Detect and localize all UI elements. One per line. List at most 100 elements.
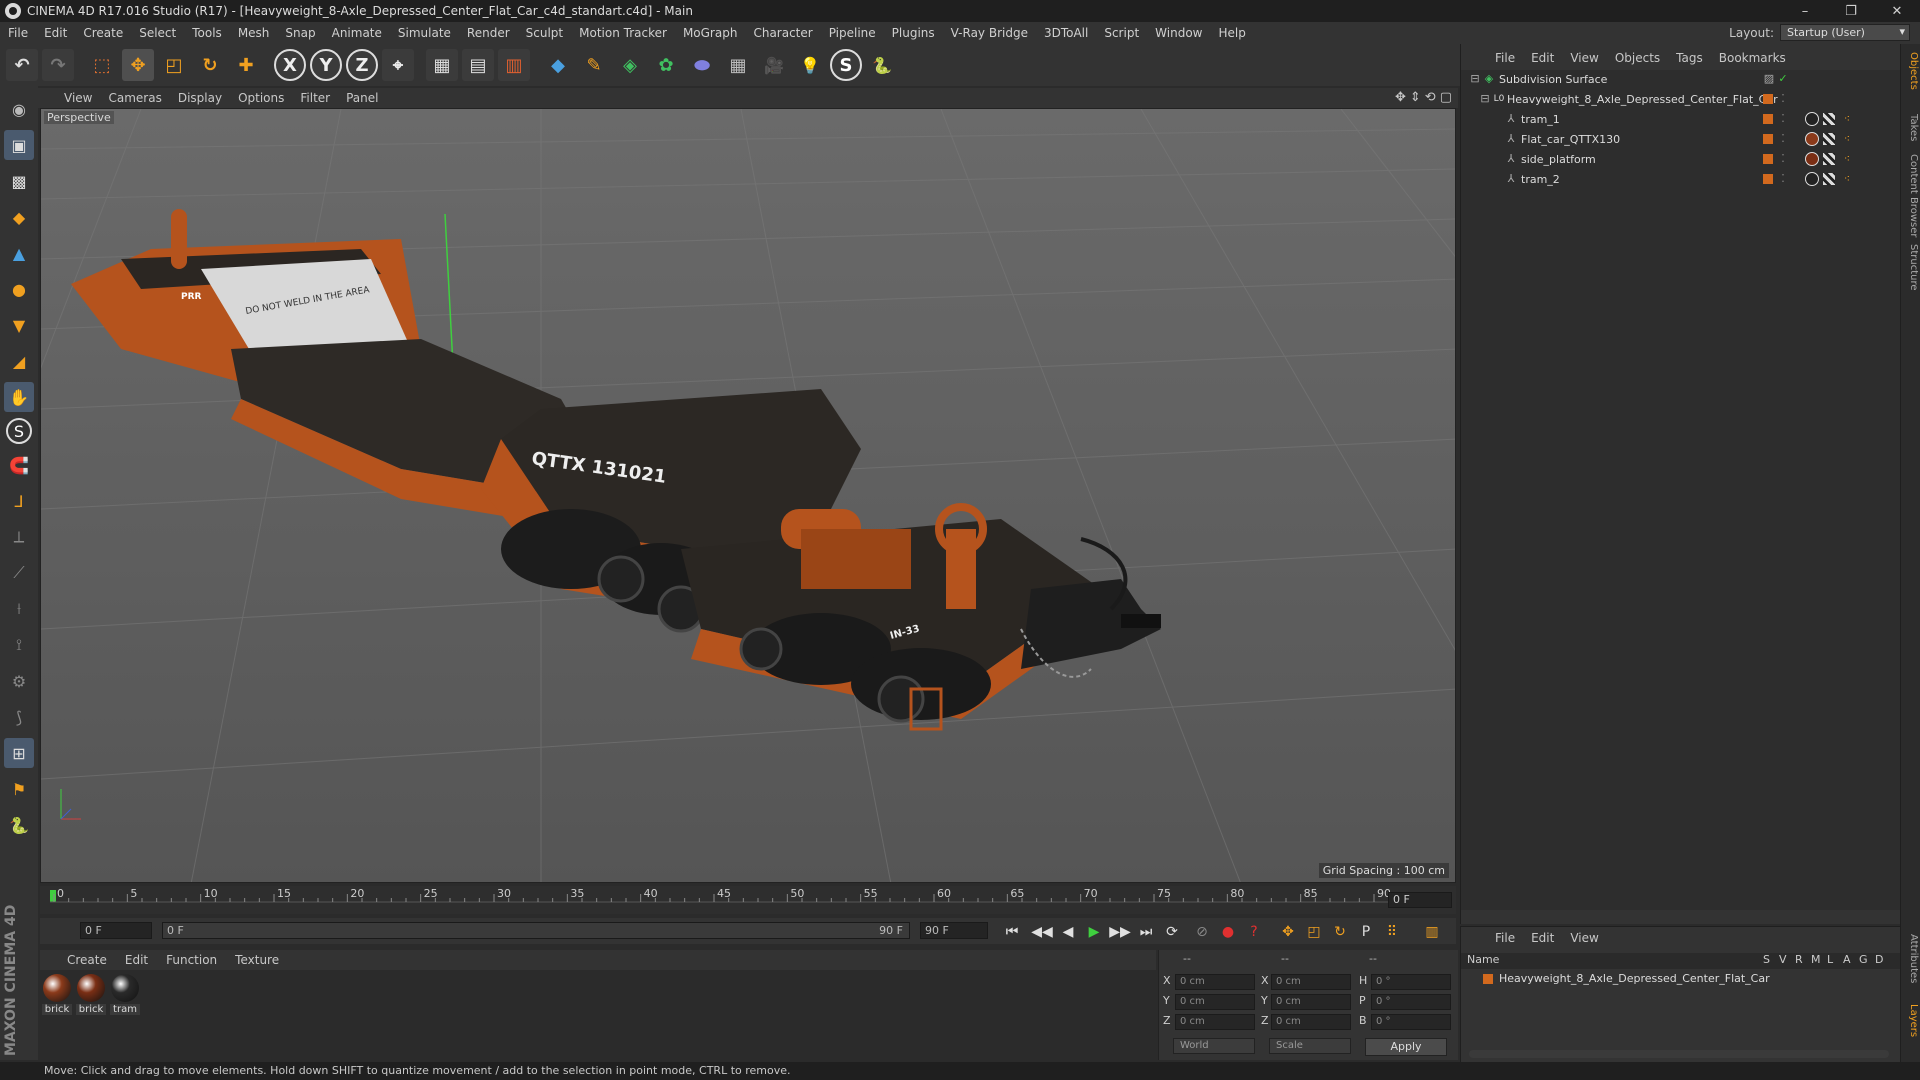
menu-animate[interactable]: Animate [324, 26, 390, 40]
viewport-menu-view[interactable]: View [56, 91, 100, 105]
object-row-tram-2[interactable]: ⅄ tram_2 ⁚ ⁖ [1461, 170, 1901, 190]
object-row-tram-1[interactable]: ⅄ tram_1 ⁚ ⁖ [1461, 110, 1901, 130]
phong-tag-icon[interactable]: ⁖ [1841, 173, 1853, 185]
lock-workplane-icon[interactable]: ⚑ [4, 774, 34, 804]
layer-color-swatch[interactable] [1763, 134, 1773, 144]
layer-menu-edit[interactable]: Edit [1523, 931, 1562, 945]
collapse-icon[interactable]: ⊟ [1479, 93, 1491, 105]
floor-object-button[interactable]: ▦ [722, 49, 754, 81]
pen-spline-button[interactable]: ✎ [578, 49, 610, 81]
menu-file[interactable]: File [0, 26, 36, 40]
key-parameter-button[interactable]: P [1354, 921, 1378, 943]
deformer-button[interactable]: ⬬ [686, 49, 718, 81]
workplane-mode-icon[interactable]: ◆ [4, 202, 34, 232]
visibility-dots-icon[interactable]: ⁚ [1777, 173, 1789, 185]
workplane-icon[interactable]: ⅃ [4, 486, 34, 516]
object-menu-bookmarks[interactable]: Bookmarks [1711, 51, 1794, 65]
layer-color-swatch[interactable] [1763, 94, 1773, 104]
rotate-view-icon[interactable]: ⟲ [1425, 90, 1436, 105]
menu-vray-bridge[interactable]: V-Ray Bridge [943, 26, 1036, 40]
tab-structure[interactable]: Structure [1903, 244, 1919, 291]
menu-edit[interactable]: Edit [36, 26, 75, 40]
size-z-field[interactable]: 0 cm [1271, 1014, 1351, 1030]
array-mograph-button[interactable]: ✿ [650, 49, 682, 81]
move-tool-button[interactable]: ✥ [122, 49, 154, 81]
uvw-tag-icon[interactable] [1823, 173, 1835, 185]
menu-script[interactable]: Script [1096, 26, 1147, 40]
frame-range-slider[interactable]: 0 F 90 F [162, 922, 910, 939]
close-button[interactable]: ✕ [1874, 0, 1920, 22]
menu-character[interactable]: Character [745, 26, 820, 40]
viewport-menu-display[interactable]: Display [170, 91, 230, 105]
axis-lock-icon[interactable]: ⟂ [4, 522, 34, 552]
render-settings-button[interactable]: ▥ [498, 49, 530, 81]
smooth-tool-icon[interactable]: ⟟ [4, 630, 34, 660]
menu-pipeline[interactable]: Pipeline [821, 26, 884, 40]
material-menu-create[interactable]: Create [58, 953, 116, 967]
maximize-view-icon[interactable]: ▢ [1440, 90, 1452, 105]
layer-menu-view[interactable]: View [1562, 931, 1606, 945]
apply-button[interactable]: Apply [1365, 1038, 1447, 1056]
menu-sculpt[interactable]: Sculpt [518, 26, 571, 40]
redo-button[interactable]: ↷ [42, 49, 74, 81]
snap-magnet-icon[interactable]: 🧲 [4, 450, 34, 480]
texture-mode-icon[interactable]: ▩ [4, 166, 34, 196]
material-swatch[interactable]: brick [76, 974, 106, 1015]
position-z-field[interactable]: 0 cm [1175, 1014, 1255, 1030]
polygon-mode-icon[interactable]: ▼ [4, 310, 34, 340]
object-row-side-platform[interactable]: ⅄ side_platform ⁚ ⁖ [1461, 150, 1901, 170]
rotate-tool-button[interactable]: ↻ [194, 49, 226, 81]
phong-tag-icon[interactable]: ⁖ [1841, 133, 1853, 145]
visibility-dots-icon[interactable]: ⁚ [1777, 93, 1789, 105]
z-axis-lock-button[interactable]: Z [346, 49, 378, 81]
recent-tool-button[interactable]: ✚ [230, 49, 262, 81]
uvw-tag-icon[interactable] [1823, 153, 1835, 165]
rotation-b-field[interactable]: 0 ° [1371, 1014, 1451, 1030]
viewport-menu-cameras[interactable]: Cameras [100, 91, 169, 105]
material-menu-texture[interactable]: Texture [226, 953, 288, 967]
menu-window[interactable]: Window [1147, 26, 1210, 40]
tweak-mode-icon[interactable]: ✋ [4, 382, 34, 412]
menu-mesh[interactable]: Mesh [230, 26, 278, 40]
undo-button[interactable]: ↶ [6, 49, 38, 81]
tab-objects[interactable]: Objects [1903, 52, 1919, 90]
object-row-flat-car[interactable]: ⊟ L0 Heavyweight_8_Axle_Depressed_Center… [1461, 90, 1901, 110]
menu-help[interactable]: Help [1210, 26, 1253, 40]
phong-tag-icon[interactable]: ⁖ [1841, 113, 1853, 125]
collapse-icon[interactable]: ⊟ [1469, 73, 1481, 85]
material-menu-edit[interactable]: Edit [116, 953, 157, 967]
layer-row[interactable]: Heavyweight_8_Axle_Depressed_Center_Flat… [1461, 971, 1901, 989]
object-row-subdivision-surface[interactable]: ⊟ ◈ Subdivision Surface ▨ ✓ [1461, 70, 1901, 90]
cube-object-button[interactable]: ◆ [542, 49, 574, 81]
record-button[interactable]: ● [1216, 921, 1240, 943]
size-y-field[interactable]: 0 cm [1271, 994, 1351, 1010]
zoom-view-icon[interactable]: ⇕ [1410, 90, 1421, 105]
uvw-tag-icon[interactable] [1823, 133, 1835, 145]
position-y-field[interactable]: 0 cm [1175, 994, 1255, 1010]
layer-color-swatch[interactable] [1763, 114, 1773, 124]
object-menu-edit[interactable]: Edit [1523, 51, 1562, 65]
key-rotation-button[interactable]: ↻ [1328, 921, 1352, 943]
menu-tools[interactable]: Tools [184, 26, 230, 40]
viewport-menu-filter[interactable]: Filter [292, 91, 338, 105]
coordinate-system-button[interactable]: ⌖ [382, 49, 414, 81]
material-tag-icon[interactable] [1805, 172, 1819, 186]
tab-layers[interactable]: Layers [1903, 1004, 1919, 1037]
camera-object-button[interactable]: 🎥 [758, 49, 790, 81]
layout-dropdown[interactable]: Startup (User) [1780, 24, 1910, 41]
viewport-menu-panel[interactable]: Panel [338, 91, 386, 105]
python-button[interactable]: 🐍 [866, 49, 898, 81]
material-menu-function[interactable]: Function [157, 953, 226, 967]
light-object-button[interactable]: 💡 [794, 49, 826, 81]
edge-mode-icon[interactable]: ● [4, 274, 34, 304]
layer-horizontal-scrollbar[interactable] [1469, 1050, 1889, 1058]
end-frame-field[interactable]: 90 F [920, 922, 988, 939]
live-selection-button[interactable]: ⬚ [86, 49, 118, 81]
current-frame-field[interactable]: 0 F [1388, 892, 1452, 908]
axis-mode-icon[interactable]: ◢ [4, 346, 34, 376]
object-menu-file[interactable]: File [1487, 51, 1523, 65]
key-pla-button[interactable]: ⠿ [1380, 921, 1404, 943]
record-disabled-button[interactable]: ⊘ [1190, 921, 1214, 943]
transform-mode-dropdown[interactable]: Scale [1269, 1038, 1351, 1054]
rotation-p-field[interactable]: 0 ° [1371, 994, 1451, 1010]
